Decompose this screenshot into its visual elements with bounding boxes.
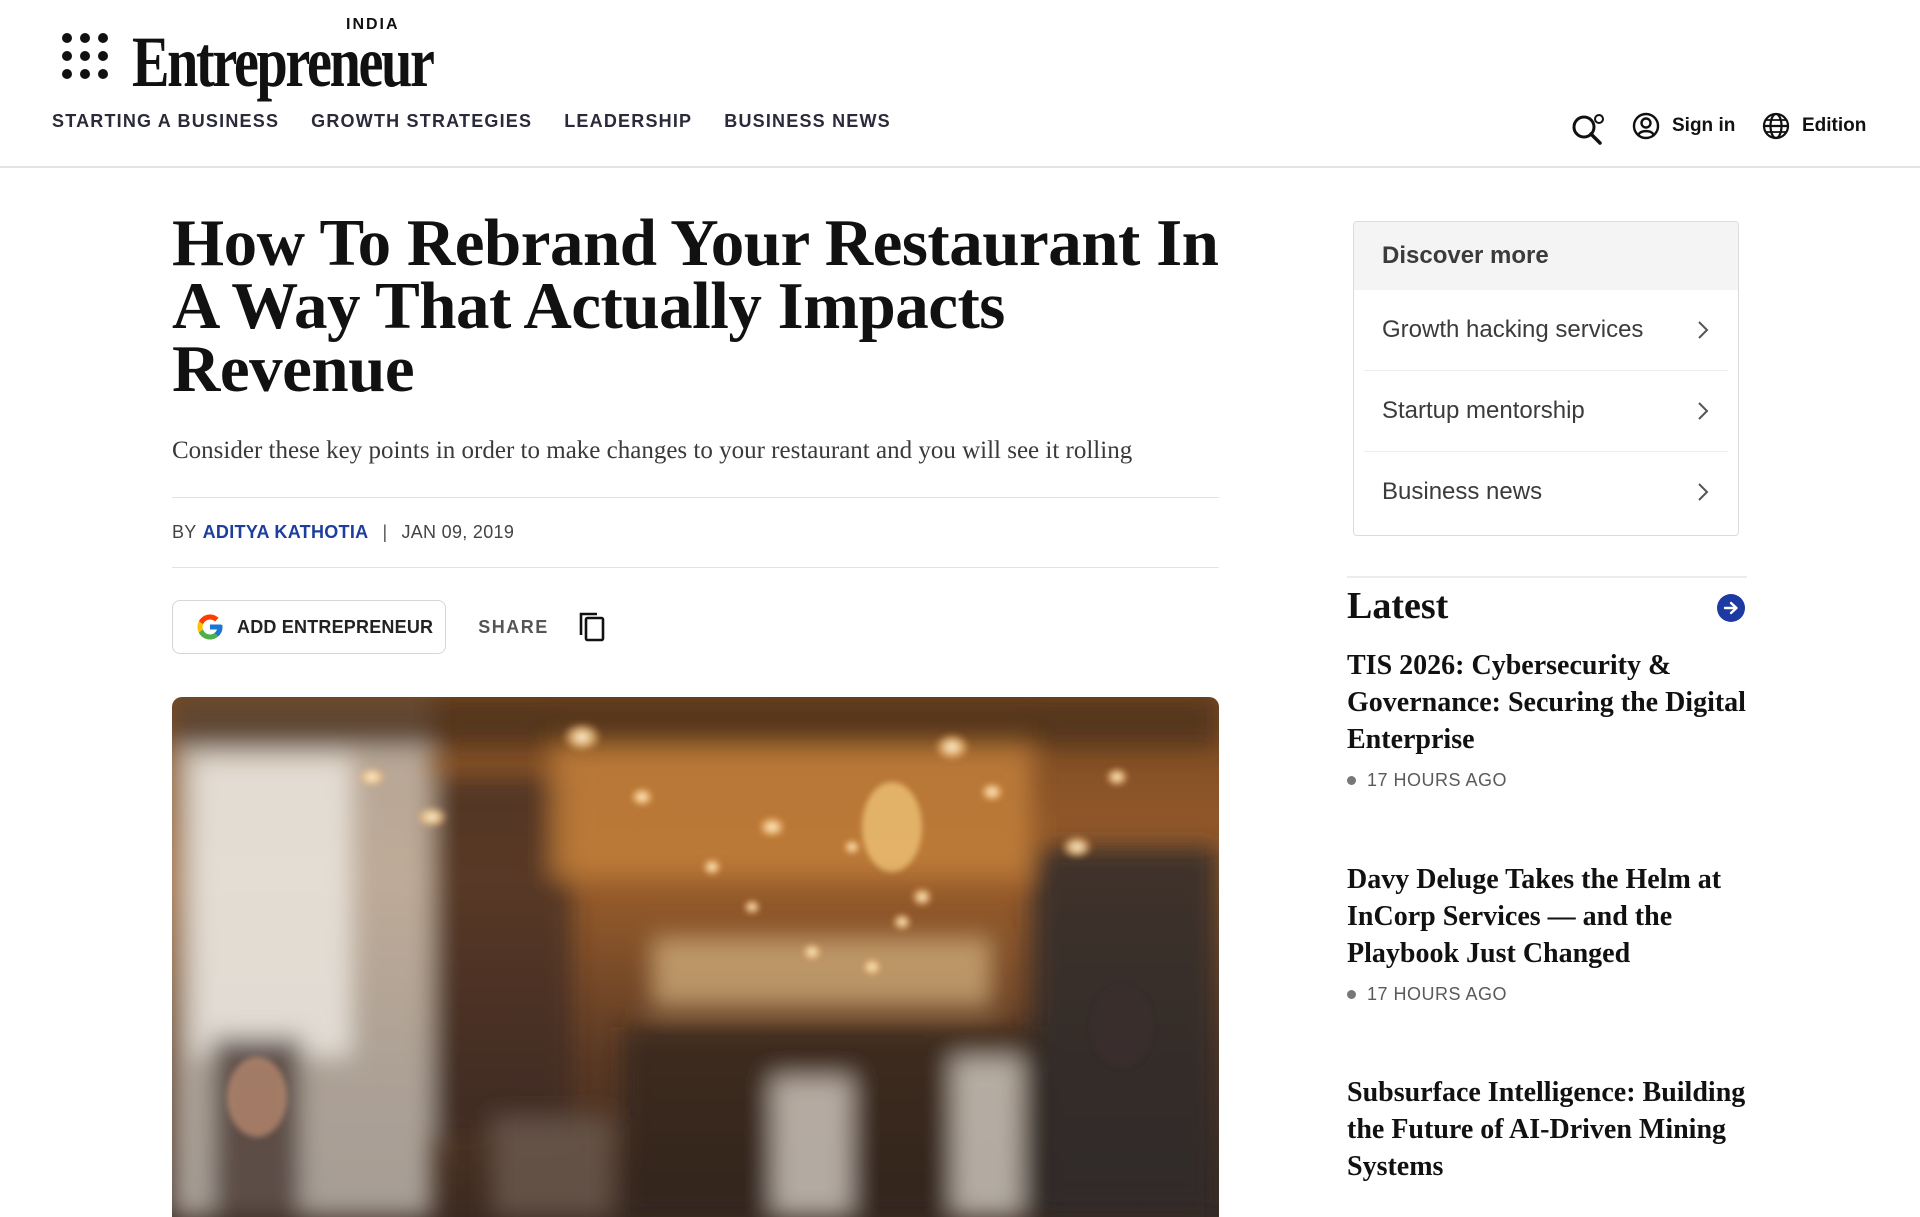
- hero-image: [172, 697, 1219, 1217]
- site-header: INDIA Entrepreneur STARTING A BUSINESS G…: [0, 0, 1920, 168]
- google-icon: [197, 614, 223, 640]
- author-link[interactable]: ADITYA KATHOTIA: [203, 522, 369, 543]
- divider: [172, 567, 1219, 568]
- search-settings-icon[interactable]: [1570, 112, 1606, 146]
- apps-grid-icon[interactable]: [62, 33, 108, 79]
- latest-heading: Latest: [1347, 585, 1449, 627]
- logo-wordmark: Entrepreneur: [132, 22, 435, 102]
- article-headline: How To Rebrand Your Restaurant In A Way …: [172, 206, 1219, 406]
- latest-story: Davy Deluge Takes the Helm at InCorp Ser…: [1347, 861, 1747, 1005]
- edition-selector[interactable]: Edition: [1762, 112, 1866, 140]
- chevron-right-icon: [1698, 402, 1709, 420]
- share-label: SHARE: [478, 616, 549, 637]
- byline: BY ADITYA KATHOTIA | JAN 09, 2019: [172, 522, 514, 543]
- discover-more-title: Discover more: [1354, 222, 1738, 290]
- latest-story: TIS 2026: Cybersecurity & Governance: Se…: [1347, 647, 1747, 791]
- story-timestamp: 17 HOURS AGO: [1347, 984, 1747, 1005]
- story-time-label: 17 HOURS AGO: [1367, 984, 1508, 1004]
- arrow-right-icon: [1723, 601, 1738, 615]
- nav-business-news[interactable]: BUSINESS NEWS: [724, 111, 891, 132]
- nav-starting-a-business[interactable]: STARTING A BUSINESS: [52, 111, 279, 132]
- article-dek: Consider these key points in order to ma…: [172, 437, 1133, 464]
- nav-leadership[interactable]: LEADERSHIP: [564, 111, 692, 132]
- discover-item-business-news[interactable]: Business news: [1364, 452, 1728, 532]
- discover-item-startup-mentorship[interactable]: Startup mentorship: [1364, 371, 1728, 452]
- byline-separator: |: [382, 522, 388, 542]
- account-icon: [1632, 112, 1660, 140]
- globe-icon: [1762, 112, 1790, 140]
- divider: [1347, 576, 1747, 578]
- bullet-dot: [1347, 990, 1356, 999]
- publish-date: JAN 09, 2019: [401, 522, 515, 542]
- story-time-label: 17 HOURS AGO: [1367, 770, 1508, 790]
- divider: [172, 497, 1219, 498]
- byline-prefix: BY: [172, 522, 197, 542]
- latest-story: Subsurface Intelligence: Building the Fu…: [1347, 1074, 1747, 1185]
- discover-item-label: Business news: [1382, 478, 1543, 505]
- story-timestamp: 17 HOURS AGO: [1347, 770, 1747, 791]
- nav-growth-strategies[interactable]: GROWTH STRATEGIES: [311, 111, 532, 132]
- copy-link-icon[interactable]: [577, 610, 607, 644]
- article-actions: ADD ENTREPRENEUR SHARE: [172, 600, 607, 654]
- latest-more-button[interactable]: [1717, 594, 1745, 622]
- discover-item-growth-hacking[interactable]: Growth hacking services: [1364, 290, 1728, 371]
- main-nav: STARTING A BUSINESS GROWTH STRATEGIES LE…: [52, 111, 923, 132]
- site-logo[interactable]: INDIA Entrepreneur: [132, 14, 435, 98]
- story-title-link[interactable]: Davy Deluge Takes the Helm at InCorp Ser…: [1347, 861, 1747, 972]
- sign-in-button[interactable]: Sign in: [1632, 112, 1735, 140]
- chevron-right-icon: [1698, 483, 1709, 501]
- discover-more-panel: Discover more Growth hacking services St…: [1353, 221, 1739, 536]
- edition-label: Edition: [1802, 115, 1867, 136]
- chevron-right-icon: [1698, 321, 1709, 339]
- story-title-link[interactable]: TIS 2026: Cybersecurity & Governance: Se…: [1347, 647, 1747, 758]
- sign-in-label: Sign in: [1672, 115, 1736, 136]
- add-entrepreneur-label: ADD ENTREPRENEUR: [237, 616, 434, 637]
- discover-item-label: Startup mentorship: [1382, 397, 1585, 424]
- bullet-dot: [1347, 776, 1356, 785]
- add-entrepreneur-button[interactable]: ADD ENTREPRENEUR: [172, 600, 447, 654]
- discover-item-label: Growth hacking services: [1382, 316, 1644, 343]
- story-title-link[interactable]: Subsurface Intelligence: Building the Fu…: [1347, 1074, 1747, 1185]
